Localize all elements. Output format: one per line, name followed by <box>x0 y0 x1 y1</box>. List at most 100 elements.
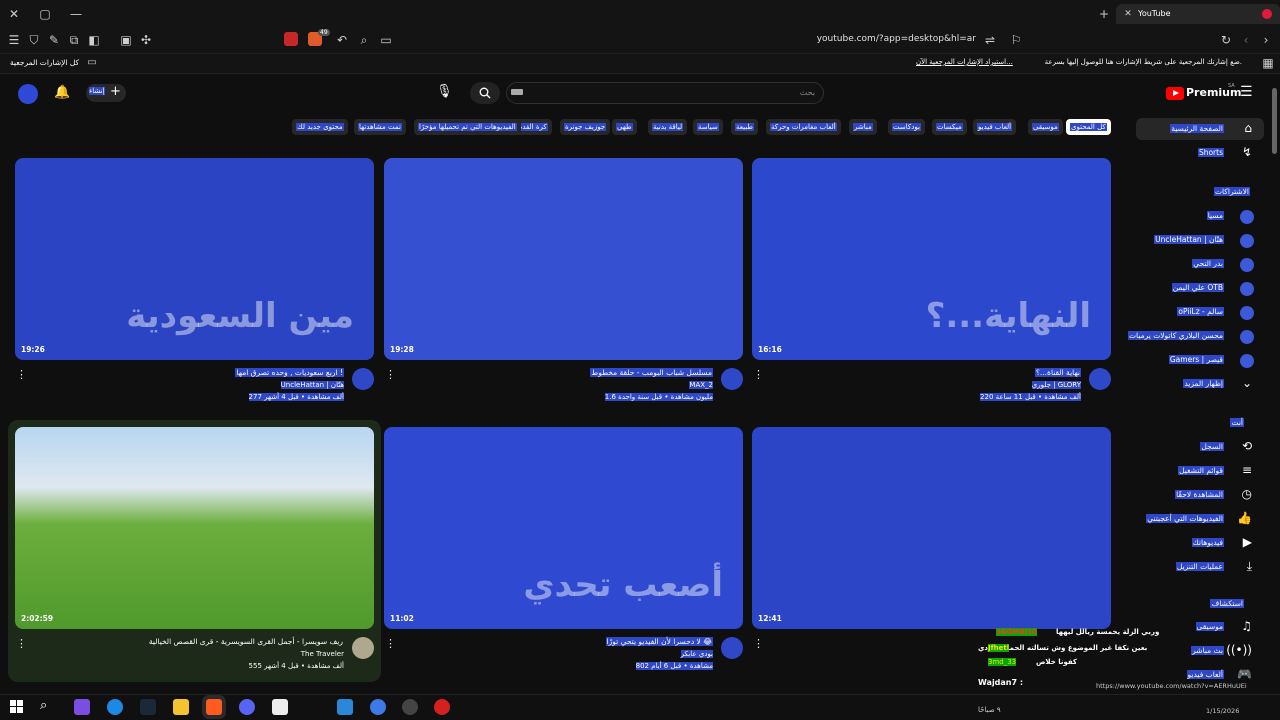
sidebar-item-you-4[interactable]: فيديوهاتك <box>1191 538 1224 547</box>
search-button[interactable] <box>470 82 500 104</box>
extension-warning-icon[interactable] <box>284 32 298 46</box>
brush-icon[interactable]: ✎ <box>46 33 62 47</box>
sidebar-item-sub-3[interactable]: علي اليمن OTB <box>1171 283 1224 292</box>
more-actions-icon[interactable]: ⋮ <box>753 637 764 650</box>
steam-icon[interactable] <box>140 699 156 715</box>
video-title[interactable]: ريف سويسرا - أجمل القرى السويسرية - قرى … <box>35 637 344 646</box>
more-actions-icon[interactable]: ⋮ <box>385 368 396 381</box>
site-settings-icon[interactable]: ⇌ <box>982 33 998 47</box>
sidebar-item-you-2[interactable]: المشاهدة لاحقًا <box>1175 490 1224 499</box>
chip-11[interactable]: جوزيف جونرة <box>560 119 611 135</box>
sidebar-item-you-5[interactable]: عمليات التنزيل <box>1175 562 1224 571</box>
close-tab-icon[interactable]: ✕ <box>1120 7 1136 21</box>
taskbar-search-icon[interactable]: ⌕ <box>40 698 47 713</box>
chip-8[interactable]: سياسة <box>693 119 723 135</box>
sidebar-item-sub-0[interactable]: مسيا <box>1206 211 1224 220</box>
sidebar-show-more[interactable]: إظهار المزيد <box>1183 379 1224 388</box>
sidebar-item-sub-1[interactable]: UncleHattan | هتّان <box>1154 235 1224 244</box>
sidebar-item-sub-5[interactable]: محسن البلاري كاتولات يرمبات <box>1127 331 1224 340</box>
address-bar[interactable]: youtube.com/?app=desktop&hl=ar <box>780 34 976 44</box>
channel-name[interactable]: UncleHattan | هتّان <box>35 381 344 389</box>
guide-menu-icon[interactable]: ☰ <box>1240 84 1253 100</box>
shield-icon[interactable]: ⛉ <box>26 33 42 47</box>
chip-5[interactable]: مباشر <box>849 119 877 135</box>
file-explorer-icon[interactable] <box>173 699 189 715</box>
chip-10[interactable]: طهي <box>612 119 637 135</box>
search-tab-icon[interactable]: ⌕ <box>356 33 372 47</box>
channel-name[interactable]: جلوري | GLORY <box>772 381 1081 389</box>
menu-icon[interactable]: ☰ <box>6 33 22 47</box>
chip-4[interactable]: بودكاست <box>888 119 925 135</box>
discord-icon[interactable] <box>239 699 255 715</box>
chip-3[interactable]: ميكسات <box>932 119 967 135</box>
sidebar-item-you-3[interactable]: الفيديوهات التي أعجبتني <box>1146 514 1224 523</box>
import-bookmarks-link[interactable]: استيراد الإشارات المرجعية الآن... <box>916 58 1013 66</box>
sidebar-item-sub-2[interactable]: بدر التحي <box>1192 259 1224 268</box>
chip-9[interactable]: لياقة بدنية <box>648 119 688 135</box>
extensions-icon[interactable]: ✣ <box>138 33 154 47</box>
chip-14[interactable]: تمت مشاهدتها <box>354 119 406 135</box>
sidebar-item-sub-6[interactable]: Gamers | قيصر <box>1168 355 1224 364</box>
channel-name[interactable]: MAX_2 <box>404 381 713 389</box>
chip-13[interactable]: الفيديوهات التي تم تحميلها مؤخرًا <box>414 119 521 135</box>
more-actions-icon[interactable]: ⋮ <box>385 637 396 650</box>
sidebar-item-sub-4[interactable]: oPiiLz - سالم <box>1177 307 1224 316</box>
close-window-icon[interactable]: ✕ <box>6 7 22 21</box>
channel-name[interactable]: The Traveler <box>35 650 344 658</box>
more-actions-icon[interactable]: ⋮ <box>16 637 27 650</box>
edge-icon[interactable] <box>107 699 123 715</box>
video-title[interactable]: لا دحسرا لأن الفيديو يتحي تورًا 😂 <box>404 637 713 646</box>
tab-search-icon[interactable]: ▣ <box>118 33 134 47</box>
video-thumbnail[interactable]: 19:28 <box>384 158 743 360</box>
active-tab[interactable]: ✕ YouTube <box>1116 4 1280 24</box>
video-title[interactable]: اربع سعوديات , وحده تصرق امها ! <box>35 368 344 377</box>
microphone-icon[interactable]: 🎙 <box>436 84 453 99</box>
more-actions-icon[interactable]: ⋮ <box>16 368 27 381</box>
undo-icon[interactable]: ↶ <box>334 33 350 47</box>
chip-0[interactable]: كل المحتوى <box>1066 119 1111 135</box>
channel-name[interactable]: بودي عابكر <box>404 650 713 658</box>
channel-avatar[interactable] <box>352 637 374 659</box>
store-icon[interactable] <box>272 699 288 715</box>
video-title[interactable]: مسلسل شباب البومب - حلقة مخطوط <box>404 368 713 377</box>
chip-15[interactable]: محتوى جديد لك <box>292 119 348 135</box>
sidebar-item-home[interactable]: الصفحة الرئيسية <box>1170 124 1224 133</box>
search-input[interactable]: بحث <box>506 82 824 104</box>
minimize-icon[interactable]: — <box>68 7 84 21</box>
video-title[interactable]: نهاية القناة...؟ <box>772 368 1081 377</box>
all-bookmarks-label[interactable]: كل الإشارات المرجعية <box>10 58 79 67</box>
sidebar-subscriptions-header[interactable]: الاشتراكات <box>1213 187 1250 196</box>
video-thumbnail[interactable]: 12:41 <box>752 427 1111 629</box>
reload-icon[interactable]: ↻ <box>1218 33 1234 47</box>
sidebar-item-you-0[interactable]: السجل <box>1200 442 1224 451</box>
channel-avatar[interactable] <box>1089 368 1111 390</box>
start-icon[interactable] <box>10 700 23 713</box>
channel-avatar[interactable] <box>352 368 374 390</box>
sidebar-you-header[interactable]: أنت <box>1230 418 1244 427</box>
app-icon-gray[interactable] <box>402 699 418 715</box>
more-actions-icon[interactable]: ⋮ <box>753 368 764 381</box>
app-icon-blue[interactable] <box>370 699 386 715</box>
copilot-icon[interactable] <box>74 699 90 715</box>
create-button[interactable]: إنشاء + <box>86 84 126 102</box>
youtube-logo-icon[interactable] <box>1166 87 1184 100</box>
brave-taskbar-icon[interactable] <box>206 699 222 715</box>
mail-icon[interactable] <box>337 699 353 715</box>
sidebar-item-shorts[interactable]: Shorts <box>1197 148 1224 157</box>
back-icon[interactable]: ‹ <box>1238 33 1254 47</box>
bookmark-icon[interactable]: ⚐ <box>1008 33 1024 47</box>
sidebar-item-you-1[interactable]: قوائم التشغيل <box>1178 466 1224 475</box>
forward-icon[interactable]: › <box>1258 33 1274 47</box>
screenshot-icon[interactable]: ⧉ <box>66 33 82 47</box>
video-thumbnail[interactable]: أصعب تحدي 11:02 <box>384 427 743 629</box>
channel-avatar[interactable] <box>721 637 743 659</box>
sidebar-scrollbar[interactable] <box>1272 88 1277 154</box>
chip-6[interactable]: ألعاب مغامرات وحركة <box>766 119 841 135</box>
obs-icon[interactable] <box>434 699 450 715</box>
channel-avatar[interactable] <box>721 368 743 390</box>
chip-7[interactable]: طبيعة <box>731 119 758 135</box>
sidebar-icon[interactable]: ◧ <box>86 33 102 47</box>
avatar[interactable] <box>18 84 38 104</box>
apps-grid-icon[interactable]: ▦ <box>1260 56 1276 70</box>
video-thumbnail[interactable]: النهاية...؟ 16:16 <box>752 158 1111 360</box>
